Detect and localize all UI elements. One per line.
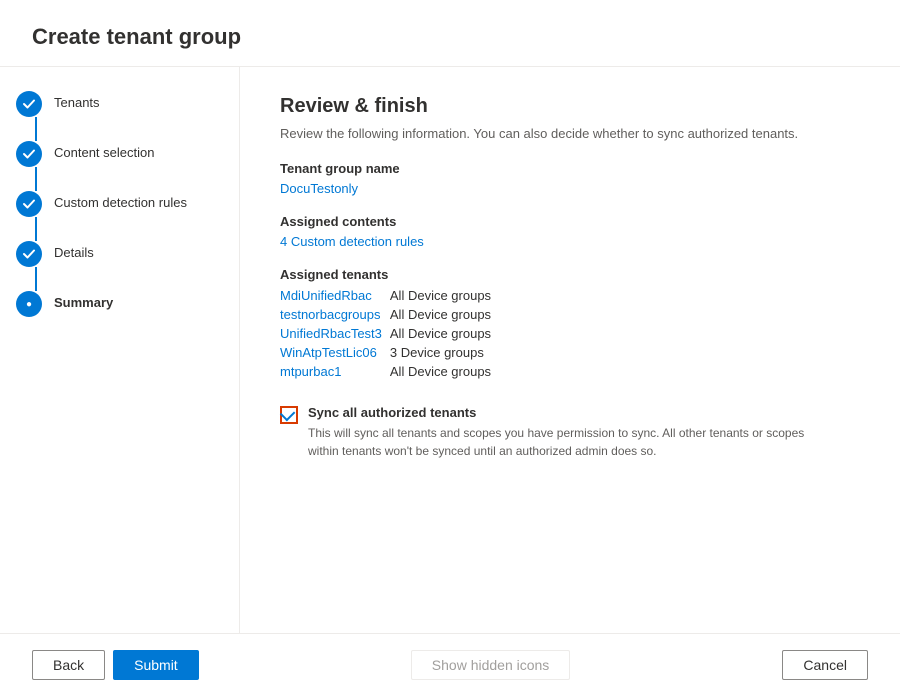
tenant-name-2: UnifiedRbacTest3: [280, 324, 390, 343]
footer-left: Back Submit: [32, 650, 199, 680]
connector-custom: [35, 217, 37, 241]
tenant-scope-0: All Device groups: [390, 286, 499, 305]
step-tenants: Tenants: [16, 91, 223, 141]
connector-details: [35, 267, 37, 291]
step-label-custom: Custom detection rules: [54, 191, 187, 210]
tenant-name-4: mtpurbac1: [280, 362, 390, 381]
tenant-group-name-block: Tenant group name DocuTestonly: [280, 161, 860, 196]
assigned-contents-label: Assigned contents: [280, 214, 860, 229]
tenant-group-link[interactable]: DocuTestonly: [280, 181, 358, 196]
show-hidden-icons-button[interactable]: Show hidden icons: [411, 650, 571, 680]
assigned-contents-link[interactable]: 4 Custom detection rules: [280, 234, 424, 249]
sync-text-block: Sync all authorized tenants This will sy…: [308, 405, 808, 460]
step-circle-content: [16, 141, 42, 167]
tenants-table: MdiUnifiedRbac All Device groups testnor…: [280, 286, 499, 381]
table-row: WinAtpTestLic06 3 Device groups: [280, 343, 499, 362]
sync-row: Sync all authorized tenants This will sy…: [280, 405, 860, 460]
cancel-button[interactable]: Cancel: [782, 650, 868, 680]
back-button[interactable]: Back: [32, 650, 105, 680]
step-circle-summary: ●: [16, 291, 42, 317]
step-left-details: [16, 241, 42, 291]
step-circle-tenants: [16, 91, 42, 117]
assigned-tenants-label: Assigned tenants: [280, 267, 860, 282]
content-area: Tenants Content selection: [0, 67, 900, 633]
step-circle-details: [16, 241, 42, 267]
step-label-tenants: Tenants: [54, 91, 100, 110]
check-icon-custom: [22, 197, 36, 211]
sidebar: Tenants Content selection: [0, 67, 240, 633]
step-details: Details: [16, 241, 223, 291]
tenant-name-1: testnorbacgroups: [280, 305, 390, 324]
tenant-group-label: Tenant group name: [280, 161, 860, 176]
tenant-scope-2: All Device groups: [390, 324, 499, 343]
table-row: MdiUnifiedRbac All Device groups: [280, 286, 499, 305]
step-left-content: [16, 141, 42, 191]
page-title: Create tenant group: [0, 0, 900, 67]
connector-tenants: [35, 117, 37, 141]
sync-label: Sync all authorized tenants: [308, 405, 808, 420]
page-container: Create tenant group Tenants: [0, 0, 900, 696]
table-row: testnorbacgroups All Device groups: [280, 305, 499, 324]
sync-description: This will sync all tenants and scopes yo…: [308, 424, 808, 460]
check-icon-details: [22, 247, 36, 261]
submit-button[interactable]: Submit: [113, 650, 199, 680]
footer: Back Submit Show hidden icons Cancel: [0, 633, 900, 696]
step-left-custom: [16, 191, 42, 241]
review-subtitle: Review the following information. You ca…: [280, 126, 860, 141]
check-icon-content: [22, 147, 36, 161]
main-content: Review & finish Review the following inf…: [240, 67, 900, 633]
step-label-summary: Summary: [54, 291, 113, 310]
step-left-tenants: [16, 91, 42, 141]
step-label-content: Content selection: [54, 141, 154, 160]
step-summary: ● Summary: [16, 291, 223, 317]
tenant-scope-3: 3 Device groups: [390, 343, 499, 362]
tenant-scope-4: All Device groups: [390, 362, 499, 381]
table-row: mtpurbac1 All Device groups: [280, 362, 499, 381]
step-left-summary: ●: [16, 291, 42, 317]
sync-checkbox[interactable]: [280, 406, 298, 424]
tenant-name-0: MdiUnifiedRbac: [280, 286, 390, 305]
step-label-details: Details: [54, 241, 94, 260]
tenant-name-3: WinAtpTestLic06: [280, 343, 390, 362]
tenant-scope-1: All Device groups: [390, 305, 499, 324]
step-custom-detection: Custom detection rules: [16, 191, 223, 241]
step-circle-custom: [16, 191, 42, 217]
check-icon-tenants: [22, 97, 36, 111]
assigned-contents-block: Assigned contents 4 Custom detection rul…: [280, 214, 860, 249]
step-content-selection: Content selection: [16, 141, 223, 191]
table-row: UnifiedRbacTest3 All Device groups: [280, 324, 499, 343]
review-heading: Review & finish: [280, 95, 860, 118]
connector-content: [35, 167, 37, 191]
assigned-tenants-block: Assigned tenants MdiUnifiedRbac All Devi…: [280, 267, 860, 381]
